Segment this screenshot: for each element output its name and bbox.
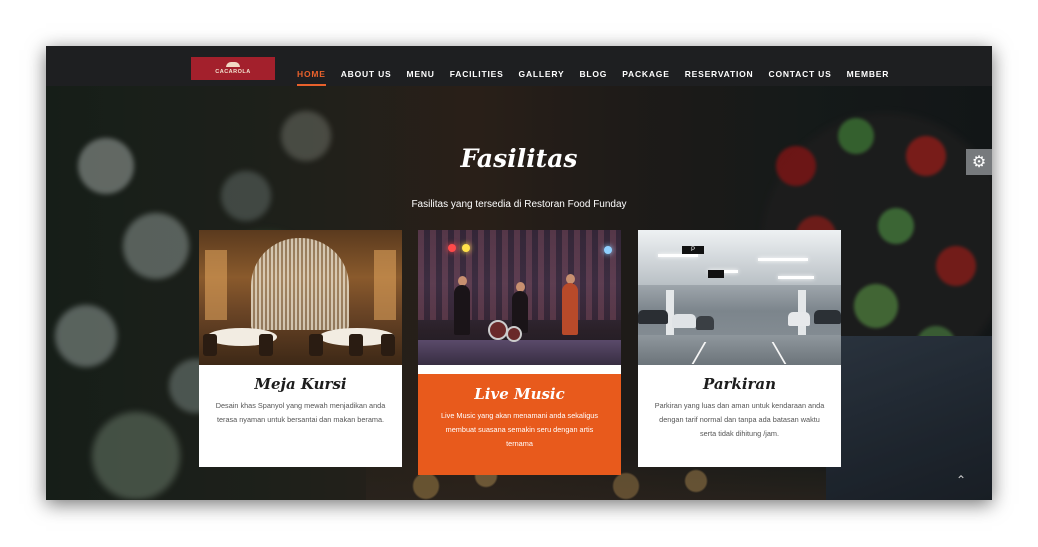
- facility-card-meja-kursi[interactable]: Meja Kursi Desain khas Spanyol yang mewa…: [199, 230, 402, 467]
- parking-garage-photo: P: [638, 230, 841, 365]
- card-description: Parkiran yang luas dan aman untuk kendar…: [654, 401, 825, 438]
- scroll-to-top-button[interactable]: ⌃: [954, 473, 968, 487]
- nav-item-menu[interactable]: MENU: [407, 69, 435, 79]
- card-description: Live Music yang akan menamani anda sekal…: [441, 411, 598, 448]
- card-title: Meja Kursi: [254, 375, 347, 393]
- nav-item-reservation[interactable]: RESERVATION: [685, 69, 754, 79]
- card-description: Desain khas Spanyol yang mewah menjadika…: [215, 401, 386, 424]
- restaurant-dining-room-photo: [199, 230, 402, 365]
- cloche-icon: [226, 62, 240, 67]
- facility-card-parkiran[interactable]: P Parkiran Parkiran yang luas dan aman u…: [638, 230, 841, 467]
- card-body: Parkiran Parkiran yang luas dan aman unt…: [638, 365, 841, 467]
- browser-viewport: CACAROLA HOME ABOUT US MENU FACILITIES G…: [46, 46, 992, 500]
- nav-item-about-us[interactable]: ABOUT US: [341, 69, 392, 79]
- nav-item-member[interactable]: MEMBER: [847, 69, 890, 79]
- facility-card-live-music[interactable]: Live Music Live Music yang akan menamani…: [418, 230, 621, 475]
- nav-item-facilities[interactable]: FACILITIES: [450, 69, 504, 79]
- chevron-up-icon: ⌃: [955, 473, 967, 487]
- gear-icon: ⚙: [971, 154, 987, 171]
- nav-item-contact-us[interactable]: CONTACT US: [769, 69, 832, 79]
- site-logo[interactable]: CACAROLA: [191, 57, 275, 80]
- logo-text: CACAROLA: [215, 69, 251, 75]
- settings-button[interactable]: ⚙: [966, 149, 992, 175]
- nav-item-home[interactable]: HOME: [297, 69, 326, 86]
- section-subtitle: Fasilitas yang tersedia di Restoran Food…: [411, 199, 627, 210]
- nav-item-package[interactable]: PACKAGE: [622, 69, 669, 79]
- section-title: Fasilitas: [460, 144, 578, 173]
- nav-item-gallery[interactable]: GALLERY: [519, 69, 565, 79]
- live-band-stage-photo: [418, 230, 621, 365]
- card-title: Parkiran: [702, 375, 777, 393]
- main-menu: HOME ABOUT US MENU FACILITIES GALLERY BL…: [297, 69, 904, 86]
- card-body: Live Music Live Music yang akan menamani…: [418, 374, 621, 475]
- top-navbar: CACAROLA HOME ABOUT US MENU FACILITIES G…: [46, 46, 992, 86]
- card-title: Live Music: [474, 385, 565, 403]
- nav-item-blog[interactable]: BLOG: [579, 69, 607, 79]
- card-body: Meja Kursi Desain khas Spanyol yang mewa…: [199, 365, 402, 467]
